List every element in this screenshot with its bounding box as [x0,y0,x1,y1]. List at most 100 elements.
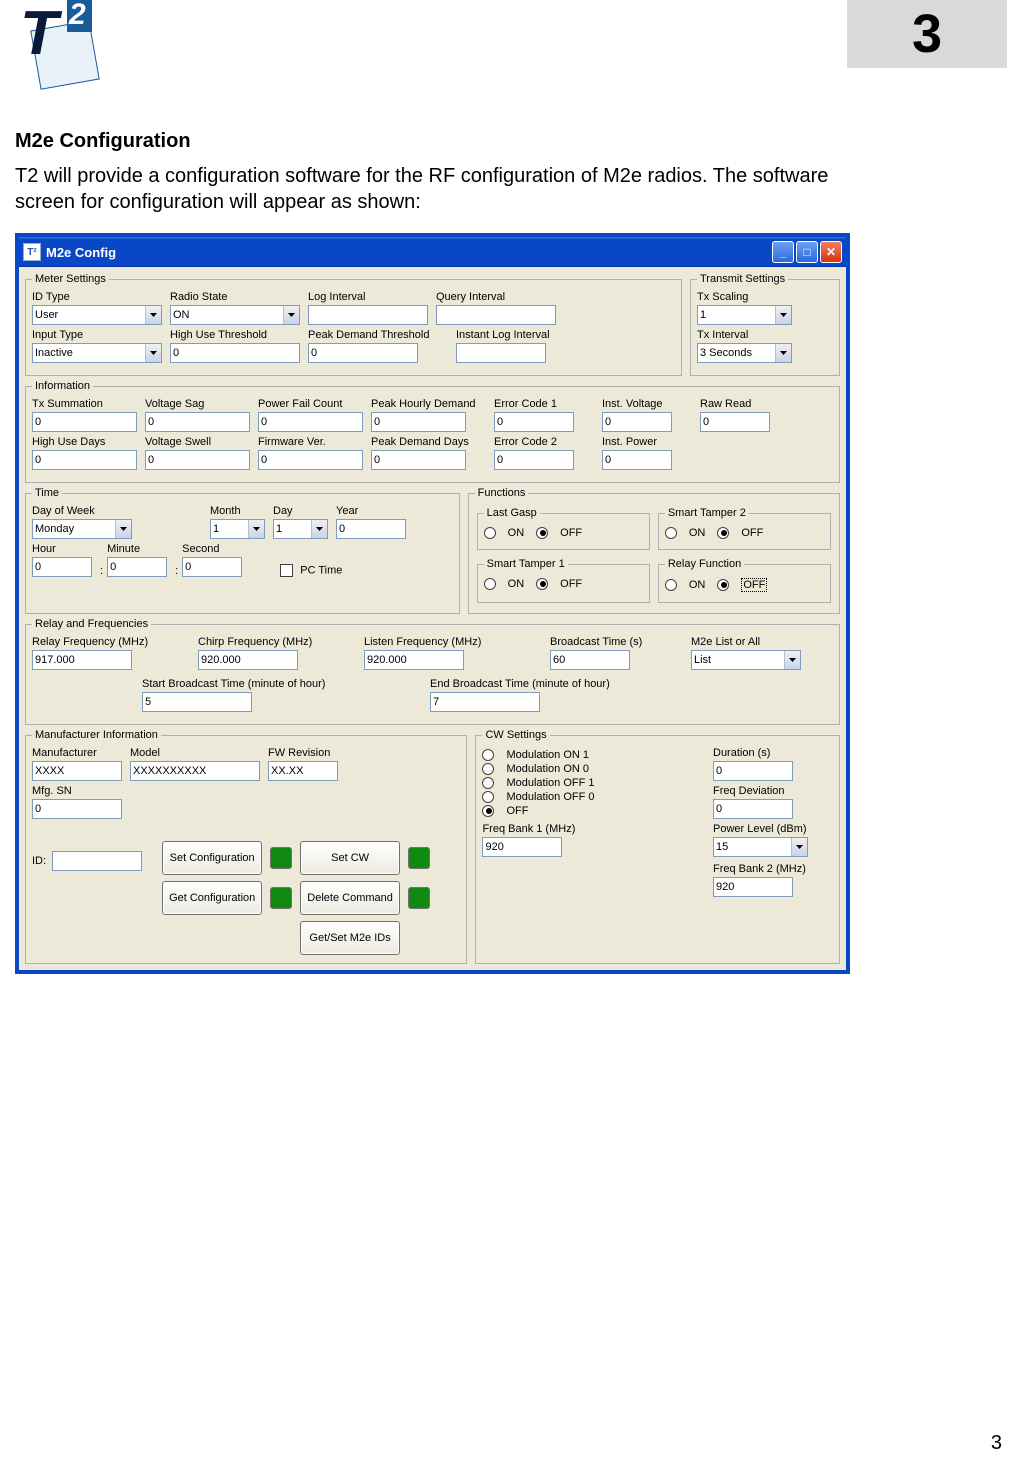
year-input[interactable] [336,519,406,539]
start-broadcast-time-input[interactable] [142,692,252,712]
checkbox-icon [280,564,293,577]
last-gasp-group: Last Gasp ON OFF [477,507,650,550]
freq-deviation-input[interactable] [713,799,793,819]
smart-tamper-2-legend: Smart Tamper 2 [665,507,749,519]
log-interval-label: Log Interval [308,291,428,303]
query-interval-label: Query Interval [436,291,556,303]
modulation-on-0-radio[interactable] [482,763,494,775]
get-configuration-button[interactable]: Get Configuration [162,881,262,915]
minute-input[interactable] [107,557,167,577]
maximize-button[interactable]: □ [796,241,818,263]
second-input[interactable] [182,557,242,577]
error-code-1-input[interactable] [494,412,574,432]
hour-input[interactable] [32,557,92,577]
inst-voltage-label: Inst. Voltage [602,398,692,410]
time-group: Time Day of Week Monday Month 1 Day [25,487,460,614]
radio-state-select[interactable]: ON [170,305,300,325]
log-interval-input[interactable] [308,305,428,325]
relay-function-legend: Relay Function [665,558,744,570]
relay-function-on-radio[interactable] [665,579,677,591]
raw-read-label: Raw Read [700,398,780,410]
day-of-week-select[interactable]: Monday [32,519,132,539]
relay-function-off-radio[interactable] [717,579,729,591]
chirp-frequency-label: Chirp Frequency (MHz) [198,636,348,648]
manufacturer-input[interactable] [32,761,122,781]
high-use-threshold-input[interactable] [170,343,300,363]
set-cw-button[interactable]: Set CW [300,841,400,875]
freq-bank-2-input[interactable] [713,877,793,897]
manufacturer-info-legend: Manufacturer Information [32,729,161,741]
peak-demand-threshold-label: Peak Demand Threshold [308,329,448,341]
power-fail-count-input[interactable] [258,412,363,432]
firmware-ver-label: Firmware Ver. [258,436,363,448]
tx-scaling-select[interactable]: 1 [697,305,792,325]
smart-tamper-1-group: Smart Tamper 1 ON OFF [477,558,650,603]
m2e-list-select[interactable]: List [691,650,801,670]
day-of-week-label: Day of Week [32,505,132,517]
tx-interval-select[interactable]: 3 Seconds [697,343,792,363]
minimize-button[interactable]: _ [772,241,794,263]
mfg-sn-input[interactable] [32,799,122,819]
chapter-number: 3 [912,3,942,65]
power-fail-count-label: Power Fail Count [258,398,363,410]
title-bar[interactable]: T² M2e Config _ □ ✕ [19,237,846,267]
inst-power-input[interactable] [602,450,672,470]
year-label: Year [336,505,406,517]
input-type-label: Input Type [32,329,162,341]
listen-frequency-input[interactable] [364,650,464,670]
inst-voltage-input[interactable] [602,412,672,432]
voltage-sag-input[interactable] [145,412,250,432]
smart-tamper-2-group: Smart Tamper 2 ON OFF [658,507,831,550]
fw-revision-input[interactable] [268,761,338,781]
day-select[interactable]: 1 [273,519,328,539]
pc-time-checkbox[interactable]: PC Time [280,564,342,577]
end-broadcast-time-input[interactable] [430,692,540,712]
peak-demand-days-input[interactable] [371,450,466,470]
month-label: Month [210,505,265,517]
last-gasp-legend: Last Gasp [484,507,540,519]
raw-read-input[interactable] [700,412,770,432]
chevron-down-icon [784,651,800,669]
last-gasp-off-radio[interactable] [536,527,548,539]
query-interval-input[interactable] [436,305,556,325]
chirp-frequency-input[interactable] [198,650,298,670]
id-type-select[interactable]: User [32,305,162,325]
last-gasp-on-radio[interactable] [484,527,496,539]
id-input[interactable] [52,851,142,871]
smart-tamper-1-off-radio[interactable] [536,578,548,590]
voltage-swell-input[interactable] [145,450,250,470]
smart-tamper-2-off-radio[interactable] [717,527,729,539]
relay-frequency-input[interactable] [32,650,132,670]
high-use-days-input[interactable] [32,450,137,470]
manufacturer-info-group: Manufacturer Information Manufacturer Mo… [25,729,467,964]
freq-bank-1-input[interactable] [482,837,562,857]
id-type-label: ID Type [32,291,162,303]
tx-summation-input[interactable] [32,412,137,432]
firmware-ver-input[interactable] [258,450,363,470]
delete-command-button[interactable]: Delete Command [300,881,400,915]
error-code-1-label: Error Code 1 [494,398,594,410]
smart-tamper-2-on-radio[interactable] [665,527,677,539]
month-select[interactable]: 1 [210,519,265,539]
instant-log-interval-input[interactable] [456,343,546,363]
get-set-m2e-ids-button[interactable]: Get/Set M2e IDs [300,921,400,955]
broadcast-time-input[interactable] [550,650,630,670]
modulation-on-1-radio[interactable] [482,749,494,761]
modulation-off-1-radio[interactable] [482,777,494,789]
model-input[interactable] [130,761,260,781]
peak-hourly-demand-input[interactable] [371,412,466,432]
error-code-2-input[interactable] [494,450,574,470]
smart-tamper-1-on-radio[interactable] [484,578,496,590]
information-legend: Information [32,380,93,392]
modulation-off-0-radio[interactable] [482,791,494,803]
power-level-select[interactable]: 15 [713,837,808,857]
set-configuration-button[interactable]: Set Configuration [162,841,262,875]
duration-input[interactable] [713,761,793,781]
tx-summation-label: Tx Summation [32,398,137,410]
input-type-select[interactable]: Inactive [32,343,162,363]
cw-off-radio[interactable] [482,805,494,817]
cw-settings-group: CW Settings Modulation ON 1 Modulation O… [475,729,840,964]
transmit-settings-legend: Transmit Settings [697,273,788,285]
close-button[interactable]: ✕ [820,241,842,263]
peak-demand-threshold-input[interactable] [308,343,418,363]
